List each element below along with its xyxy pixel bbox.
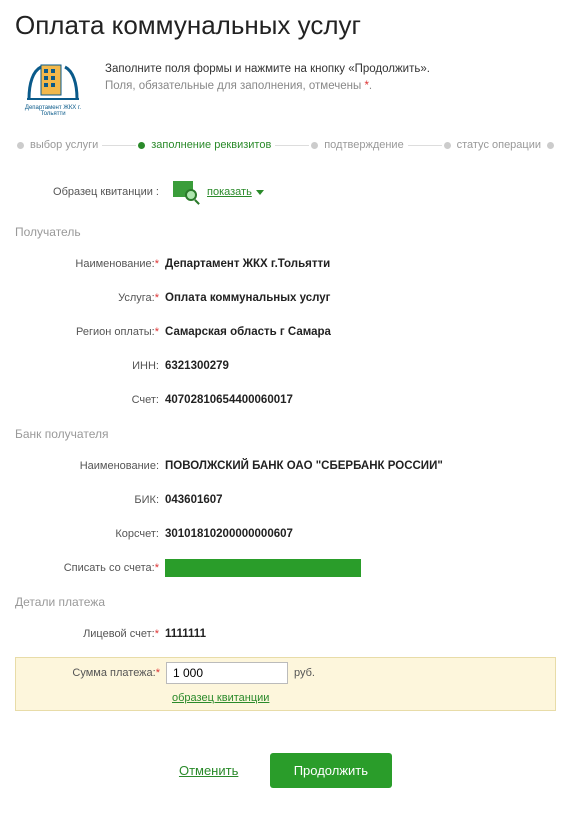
receipt-sample-label: Образец квитанции :	[15, 186, 165, 198]
step-confirm: подтверждение	[320, 139, 407, 151]
region-label: Регион оплаты:*	[15, 326, 165, 338]
intro-line1: Заполните поля формы и нажмите на кнопку…	[105, 61, 430, 78]
inn-value: 6321300279	[165, 360, 229, 372]
cancel-button[interactable]: Отменить	[179, 763, 238, 778]
amount-box: Сумма платежа:* руб. образец квитанции	[15, 657, 556, 711]
intro-line2: Поля, обязательные для заполнения, отмеч…	[105, 78, 430, 95]
logo-caption: Департамент ЖКХ г. Тольятти	[15, 105, 91, 117]
amount-input[interactable]	[166, 662, 288, 684]
service-value: Оплата коммунальных услуг	[165, 292, 330, 304]
from-account-label: Списать со счета:*	[15, 562, 165, 574]
step-dot	[138, 142, 145, 149]
amount-currency: руб.	[294, 667, 315, 679]
intro-block: Департамент ЖКХ г. Тольятти Заполните по…	[15, 59, 556, 119]
amount-label: Сумма платежа:*	[16, 667, 166, 679]
show-receipt-link[interactable]: показать	[207, 186, 252, 198]
region-value: Самарская область г Самара	[165, 326, 331, 338]
personal-acc-label: Лицевой счет:*	[15, 628, 165, 640]
account-label: Счет:	[15, 394, 165, 406]
step-dot	[444, 142, 451, 149]
step-dot	[311, 142, 318, 149]
continue-button[interactable]: Продолжить	[270, 753, 392, 788]
step-status: статус операции	[453, 139, 545, 151]
progress-steps: выбор услуги заполнение реквизитов подтв…	[15, 139, 556, 151]
bank-name-value: ПОВОЛЖСКИЙ БАНК ОАО "СБЕРБАНК РОССИИ"	[165, 460, 443, 472]
step-dot	[547, 142, 554, 149]
service-label: Услуга:*	[15, 292, 165, 304]
corr-value: 30101810200000000607	[165, 528, 293, 540]
step-fill: заполнение реквизитов	[147, 139, 275, 151]
account-value: 40702810654400060017	[165, 394, 293, 406]
page-title: Оплата коммунальных услуг	[15, 10, 556, 41]
corr-label: Корсчет:	[15, 528, 165, 540]
receipt-sample-link[interactable]: образец квитанции	[172, 692, 269, 704]
section-details: Детали платежа	[15, 591, 556, 609]
recipient-name-label: Наименование:*	[15, 258, 165, 270]
recipient-name-value: Департамент ЖКХ г.Тольятти	[165, 258, 330, 270]
step-choose: выбор услуги	[26, 139, 102, 151]
receipt-icon	[173, 181, 199, 203]
bank-name-label: Наименование:	[15, 460, 165, 472]
inn-label: ИНН:	[15, 360, 165, 372]
section-recipient: Получатель	[15, 221, 556, 239]
step-dot	[17, 142, 24, 149]
bik-value: 043601607	[165, 494, 223, 506]
bik-label: БИК:	[15, 494, 165, 506]
from-account-select[interactable]	[165, 559, 361, 577]
section-bank: Банк получателя	[15, 423, 556, 441]
chevron-down-icon	[256, 190, 264, 195]
org-logo: Департамент ЖКХ г. Тольятти	[15, 59, 91, 119]
personal-acc-value: 1111111	[165, 628, 206, 640]
